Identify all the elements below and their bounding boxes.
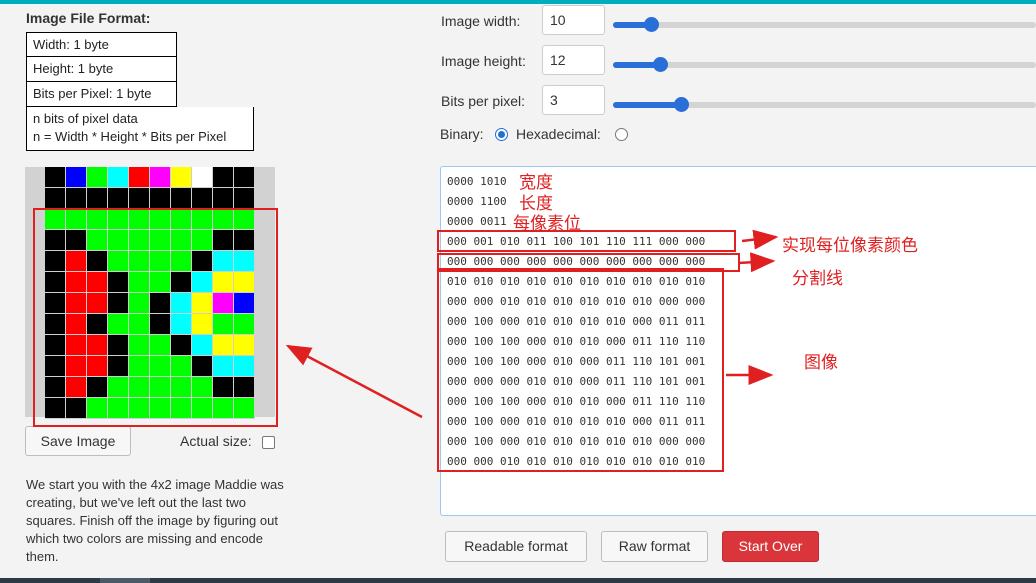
bpp-annotation-text: 每像素位 [513, 214, 581, 234]
pixel-cell[interactable] [171, 188, 192, 209]
save-image-button[interactable]: Save Image [25, 426, 131, 456]
pixel-cell[interactable] [150, 188, 171, 209]
format-width-row: Width: 1 byte [26, 32, 177, 57]
pixel-cell[interactable] [66, 188, 87, 209]
binary-label: Binary: [440, 126, 484, 142]
pixel-cell[interactable] [87, 188, 108, 209]
format-pixel-data-box: n bits of pixel data n = Width * Height … [26, 107, 254, 151]
bits-per-pixel-input[interactable]: 3 [542, 85, 605, 115]
image-height-slider-handle[interactable] [653, 57, 668, 72]
readable-format-button[interactable]: Readable format [445, 531, 587, 562]
bits-per-pixel-label: Bits per pixel: [441, 93, 526, 109]
arrow-to-image-preview [285, 344, 423, 419]
pixel-cell[interactable] [234, 188, 255, 209]
image-width-slider[interactable] [613, 17, 1036, 32]
top-accent-bar [0, 0, 1036, 4]
image-height-slider[interactable] [613, 57, 1036, 72]
format-pixel-line1: n bits of pixel data [33, 111, 138, 126]
image-width-label: Image width: [441, 13, 521, 29]
pixels-annotation-box [437, 268, 724, 472]
image-width-input[interactable]: 10 [542, 5, 605, 35]
pixel-cell[interactable] [108, 188, 129, 209]
pixel-cell[interactable] [192, 188, 213, 209]
format-bpp-row: Bits per Pixel: 1 byte [26, 82, 177, 107]
pixel-cell[interactable] [129, 167, 150, 188]
pixel-cell[interactable] [108, 167, 129, 188]
image-height-input[interactable]: 12 [542, 45, 605, 75]
pixel-cell[interactable] [66, 167, 87, 188]
bottom-bar [0, 578, 1036, 583]
raw-format-button[interactable]: Raw format [601, 531, 708, 562]
hexadecimal-label: Hexadecimal: [516, 126, 601, 142]
format-height-row: Height: 1 byte [26, 57, 177, 82]
instructions-text: We start you with the 4x2 image Maddie w… [26, 477, 284, 564]
binary-radio[interactable] [495, 128, 508, 141]
pixel-cell[interactable] [213, 188, 234, 209]
image-annotation-box [33, 208, 278, 427]
colors-annotation-text: 实现每位像素颜色 [782, 236, 918, 256]
bits-per-pixel-slider-fill [613, 102, 681, 108]
pixel-cell[interactable] [45, 188, 66, 209]
data-row: 0000 0011 [447, 215, 507, 228]
actual-size-checkbox[interactable] [262, 436, 275, 449]
pixel-cell[interactable] [129, 188, 150, 209]
actual-size-label: Actual size: [180, 433, 252, 449]
pixel-cell[interactable] [234, 167, 255, 188]
bottom-bar-segment [100, 578, 150, 583]
image-annotation-text: 图像 [804, 353, 838, 373]
bits-per-pixel-slider-handle[interactable] [674, 97, 689, 112]
divider-annotation-text: 分割线 [792, 269, 843, 289]
image-width-slider-handle[interactable] [644, 17, 659, 32]
hexadecimal-radio[interactable] [615, 128, 628, 141]
data-row: 0000 1100 [447, 195, 507, 208]
pixel-cell[interactable] [45, 167, 66, 188]
start-over-button[interactable]: Start Over [722, 531, 819, 562]
pixel-cell[interactable] [150, 167, 171, 188]
pixel-cell[interactable] [171, 167, 192, 188]
color-row-annotation-box [437, 230, 736, 252]
format-title: Image File Format: [26, 10, 151, 26]
data-row: 0000 1010 [447, 175, 507, 188]
format-pixel-line2: n = Width * Height * Bits per Pixel [33, 129, 227, 144]
bits-per-pixel-slider[interactable] [613, 97, 1036, 112]
pixel-cell[interactable] [213, 167, 234, 188]
pixel-cell[interactable] [192, 167, 213, 188]
image-height-label: Image height: [441, 53, 526, 69]
pixel-cell[interactable] [87, 167, 108, 188]
